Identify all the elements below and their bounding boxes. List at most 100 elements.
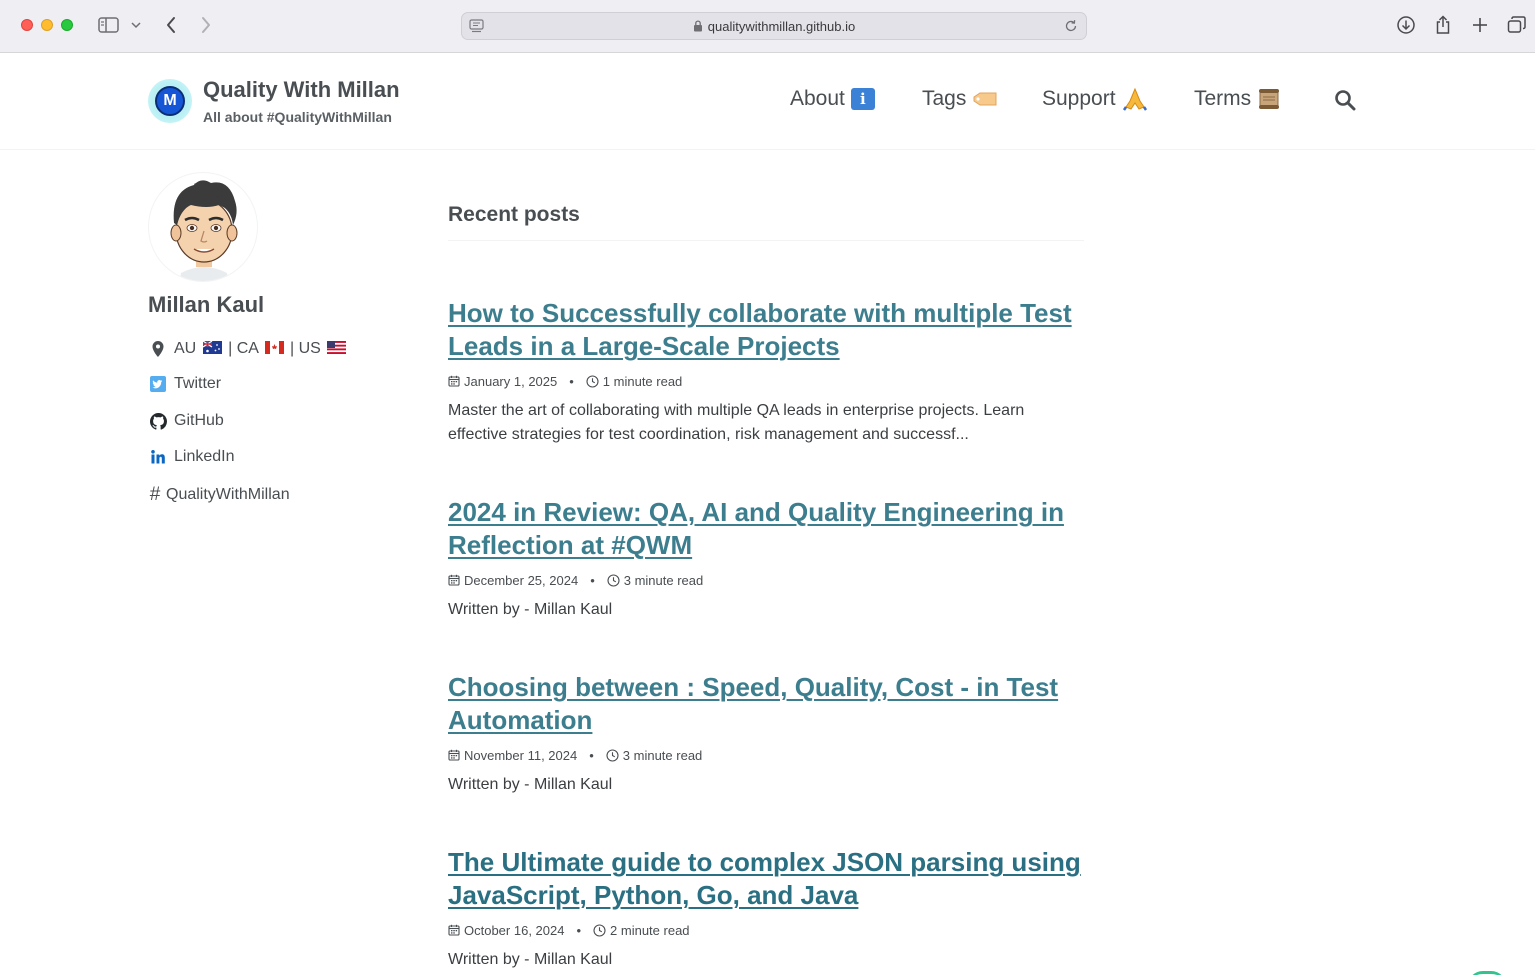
post-item: Choosing between : Speed, Quality, Cost …: [448, 671, 1088, 797]
nav-item-about[interactable]: About i: [790, 87, 875, 111]
post-title-link[interactable]: How to Successfully collaborate with mul…: [448, 297, 1088, 363]
nav-item-label: Tags: [922, 87, 967, 110]
scroll-emoji-icon: [1259, 89, 1280, 109]
sidebar-toggle-button[interactable]: [97, 13, 121, 37]
site-masthead: M Quality With Millan All about #Quality…: [0, 53, 1535, 150]
label-tag-emoji-icon: [973, 92, 997, 106]
browser-toolbar: qualitywithmillan.github.io: [0, 0, 1535, 53]
forward-button[interactable]: [194, 13, 218, 37]
nav-item-label: Terms: [1194, 87, 1252, 110]
post-date: October 16, 2024: [464, 922, 565, 938]
post-read-time: 3 minute read: [623, 572, 704, 588]
heading-divider: [448, 240, 1084, 241]
download-icon: [1397, 16, 1415, 34]
clock-icon: [606, 748, 619, 762]
chevron-down-icon: [131, 22, 141, 29]
nav-item-tags[interactable]: Tags: [922, 87, 998, 111]
author-link-twitter[interactable]: Twitter: [148, 375, 221, 393]
post-read-time: 1 minute read: [602, 373, 683, 389]
post-excerpt: Written by - Millan Kaul: [448, 601, 613, 618]
sidebar-icon: [98, 17, 119, 33]
post-excerpt: Written by - Millan Kaul: [448, 951, 613, 968]
site-subtitle: All about #QualityWithMillan: [203, 109, 392, 125]
meta-separator: •: [589, 747, 594, 763]
author-location: AU | CA | US: [148, 340, 348, 358]
tab-overview-button[interactable]: [1505, 13, 1529, 37]
recent-posts-heading: Recent posts: [448, 203, 580, 226]
scroll-to-top-button[interactable]: [1467, 971, 1507, 975]
australia-flag-icon: [202, 341, 222, 354]
clock-icon: [607, 573, 620, 587]
tabs-overview-icon: [1507, 16, 1526, 33]
minimize-window-button[interactable]: [41, 19, 53, 31]
hashtag-icon: #: [149, 484, 161, 505]
avatar: [148, 172, 258, 282]
location-us: US: [298, 340, 321, 357]
nav-item-support[interactable]: Support: [1042, 87, 1148, 111]
location-divider: |: [228, 340, 233, 357]
calendar-icon: [448, 749, 460, 761]
location-divider: |: [290, 340, 295, 357]
post-meta: January 1, 2025 • 1 minute read: [448, 373, 1088, 389]
reload-icon[interactable]: [1064, 19, 1078, 33]
author-link-github[interactable]: GitHub: [148, 412, 224, 430]
post-excerpt: Written by - Millan Kaul: [448, 776, 613, 793]
post-read-time: 2 minute read: [610, 922, 690, 938]
post-date: December 25, 2024: [464, 572, 579, 588]
downloads-button[interactable]: [1394, 13, 1418, 37]
meta-separator: •: [590, 572, 595, 588]
usa-flag-icon: [327, 341, 347, 354]
calendar-icon: [448, 574, 460, 586]
post-item: How to Successfully collaborate with mul…: [448, 297, 1088, 447]
clock-icon: [586, 374, 599, 388]
calendar-icon: [448, 924, 460, 936]
author-link-linkedin[interactable]: LinkedIn: [148, 448, 235, 466]
post-excerpt: Master the art of collaborating with mul…: [448, 402, 1025, 443]
nav-item-terms[interactable]: Terms: [1194, 87, 1281, 111]
address-bar[interactable]: qualitywithmillan.github.io: [461, 12, 1087, 40]
back-button[interactable]: [159, 13, 183, 37]
site-logo-letter: M: [155, 86, 185, 116]
folded-hands-emoji-icon: [1122, 87, 1147, 111]
back-icon: [167, 17, 175, 33]
linkedin-icon: [151, 450, 165, 464]
share-button[interactable]: [1431, 13, 1455, 37]
search-button[interactable]: [1334, 89, 1356, 116]
share-icon: [1436, 15, 1450, 34]
new-tab-button[interactable]: [1468, 13, 1492, 37]
author-link-label: QualityWithMillan: [166, 486, 290, 503]
info-emoji-icon: i: [850, 88, 875, 110]
post-title-link[interactable]: Choosing between : Speed, Quality, Cost …: [448, 671, 1088, 737]
site-logo[interactable]: M: [148, 79, 192, 123]
post-read-time: 3 minute read: [622, 747, 703, 763]
post-date: November 11, 2024: [464, 747, 578, 763]
tab-group-menu-button[interactable]: [126, 13, 146, 37]
site-title[interactable]: Quality With Millan: [203, 77, 400, 103]
new-tab-icon: [1473, 18, 1487, 32]
meta-separator: •: [576, 922, 582, 938]
author-link-label: GitHub: [174, 412, 224, 429]
meta-separator: •: [569, 373, 574, 389]
post-title-link[interactable]: 2024 in Review: QA, AI and Quality Engin…: [448, 496, 1088, 562]
avatar-illustration: [170, 180, 238, 281]
post-item: 2024 in Review: QA, AI and Quality Engin…: [448, 496, 1088, 622]
post-item: The Ultimate guide to complex JSON parsi…: [448, 846, 1088, 972]
zoom-window-button[interactable]: [61, 19, 73, 31]
post-title-link[interactable]: The Ultimate guide to complex JSON parsi…: [448, 846, 1088, 912]
clock-icon: [593, 923, 606, 937]
author-link-label: LinkedIn: [174, 448, 235, 465]
lock-icon: [693, 20, 702, 32]
author-name: Millan Kaul: [148, 292, 265, 317]
author-link-hashtag[interactable]: # QualityWithMillan: [147, 484, 290, 506]
post-meta: November 11, 2024 • 3 minute read: [448, 747, 1088, 763]
close-window-button[interactable]: [21, 19, 33, 31]
canada-flag-icon: [264, 341, 284, 354]
search-icon: [1335, 90, 1356, 111]
post-date: January 1, 2025: [464, 373, 558, 389]
post-meta: October 16, 2024 • 2 minute read: [448, 922, 1088, 938]
map-marker-icon: [152, 341, 164, 357]
github-icon: [149, 412, 167, 430]
location-au: AU: [174, 340, 197, 357]
author-link-label: Twitter: [174, 375, 222, 392]
twitter-icon: [150, 376, 166, 392]
